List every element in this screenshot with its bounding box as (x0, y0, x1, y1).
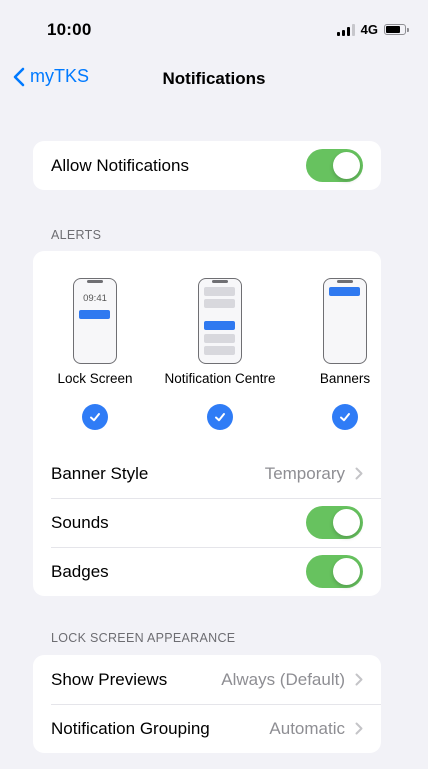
show-previews-value: Always (Default) (221, 669, 345, 689)
battery-icon (384, 24, 409, 35)
badges-row: Badges (33, 547, 381, 596)
alert-option-banners[interactable]: Banners (269, 251, 381, 449)
checkmark-icon (207, 404, 233, 430)
badges-label: Badges (51, 561, 109, 581)
alert-style-options: 09:41 Lock Screen Notification Centre Ba… (33, 251, 381, 449)
allow-notifications-group: Allow Notifications (33, 141, 381, 190)
sounds-label: Sounds (51, 512, 109, 532)
network-type: 4G (360, 22, 378, 37)
lock-screen-preview-icon: 09:41 (73, 278, 117, 364)
alerts-section-header: ALERTS (51, 228, 102, 242)
sounds-toggle[interactable] (306, 506, 363, 539)
alert-option-label: Lock Screen (57, 371, 133, 386)
status-indicators: 4G (336, 22, 409, 37)
chevron-right-icon (355, 722, 363, 735)
navigation-bar: myTKS Notifications (0, 60, 428, 104)
alert-option-notification-centre[interactable]: Notification Centre (149, 251, 276, 449)
lock-screen-appearance-header: LOCK SCREEN APPEARANCE (51, 631, 236, 645)
chevron-right-icon (355, 673, 363, 686)
status-bar: 10:00 4G (0, 0, 428, 60)
show-previews-label: Show Previews (51, 669, 168, 689)
alert-option-label: Notification Centre (164, 371, 276, 386)
alert-option-label: Banners (319, 371, 371, 386)
badges-toggle[interactable] (306, 555, 363, 588)
banners-preview-icon (323, 278, 367, 364)
banner-style-label: Banner Style (51, 463, 149, 483)
sounds-row: Sounds (33, 498, 381, 547)
notifications-screen: 10:00 4G myTKS Notifications Allow Notif… (0, 0, 428, 769)
preview-time: 09:41 (83, 293, 107, 304)
show-previews-row[interactable]: Show Previews Always (Default) (33, 655, 381, 704)
status-time: 10:00 (47, 20, 92, 39)
alerts-group: 09:41 Lock Screen Notification Centre Ba… (33, 251, 381, 596)
allow-notifications-label: Allow Notifications (51, 155, 189, 175)
checkmark-icon (82, 404, 108, 430)
notification-grouping-label: Notification Grouping (51, 718, 210, 738)
banner-style-row[interactable]: Banner Style Temporary (33, 449, 381, 498)
cellular-signal-icon (336, 23, 355, 36)
lock-screen-appearance-group: Show Previews Always (Default) Notificat… (33, 655, 381, 753)
alert-option-lock-screen[interactable]: 09:41 Lock Screen (33, 251, 149, 449)
chevron-right-icon (355, 467, 363, 480)
banner-style-value: Temporary (264, 463, 345, 483)
notification-centre-preview-icon (198, 278, 242, 364)
allow-notifications-row: Allow Notifications (33, 141, 381, 190)
notification-grouping-row[interactable]: Notification Grouping Automatic (33, 704, 381, 753)
checkmark-icon (332, 404, 358, 430)
allow-notifications-toggle[interactable] (306, 149, 363, 182)
page-title: Notifications (162, 69, 266, 88)
notification-grouping-value: Automatic (269, 718, 345, 738)
